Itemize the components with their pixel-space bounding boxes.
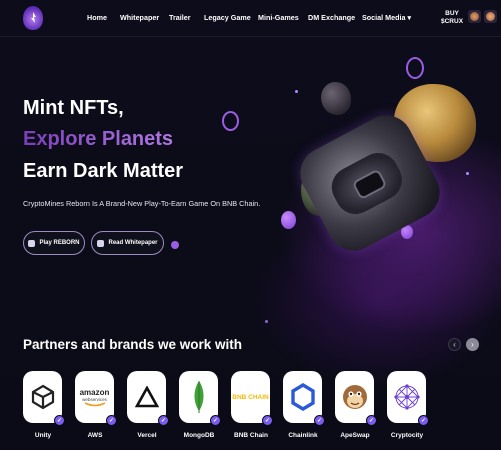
partner-name-apeswap: ApeSwap	[340, 432, 370, 439]
partner-card-bnb-chain[interactable]: BNB CHAIN ✓	[231, 371, 273, 426]
read-whitepaper-label: Read Whitepaper	[108, 240, 158, 246]
partners-title: Partners and brands we work with	[23, 337, 243, 352]
aws-logo-text: amazon	[79, 387, 110, 397]
nav-divider	[0, 36, 501, 37]
buy-crux-line2: $CRUX	[441, 18, 464, 25]
document-icon	[97, 239, 105, 247]
partner-name-unity: Unity	[34, 432, 52, 439]
play-reborn-button[interactable]: Play REBORN	[23, 231, 85, 255]
cryptomines-logo-icon[interactable]	[23, 6, 43, 30]
partner-card-mongodb[interactable]: ✓	[179, 371, 221, 426]
partner-card-apeswap[interactable]: ✓	[335, 371, 377, 426]
partner-name-aws: AWS	[87, 432, 103, 439]
aws-logo-icon	[84, 401, 105, 406]
partner-card-chainlink[interactable]: ✓	[283, 371, 325, 426]
decorative-orb	[295, 90, 298, 93]
read-whitepaper-button[interactable]: Read Whitepaper	[91, 231, 164, 255]
partner-name-vercel: Vercel	[137, 432, 157, 439]
partner-name-bnb-chain: BNB Chain	[234, 432, 268, 439]
carousel-prev-button[interactable]: ‹	[448, 338, 461, 351]
verified-check-icon: ✓	[54, 415, 65, 426]
nav-trailer[interactable]: Trailer	[169, 13, 191, 22]
nav-home[interactable]: Home	[87, 13, 107, 22]
partner-card-cryptocity[interactable]: ✓	[387, 371, 429, 426]
verified-check-icon: ✓	[158, 415, 169, 426]
partner-name-chainlink: Chainlink	[288, 432, 318, 439]
nav-social-media[interactable]: Social Media ▾	[362, 13, 411, 22]
mongodb-logo-icon	[194, 381, 203, 413]
verified-check-icon: ✓	[210, 415, 221, 426]
avatar-image-icon	[470, 12, 479, 21]
decorative-orb	[171, 241, 179, 249]
play-reborn-label: Play REBORN	[39, 240, 80, 246]
partner-card-vercel[interactable]: ✓	[127, 371, 169, 426]
avatar[interactable]	[468, 10, 481, 23]
decorative-ring	[406, 57, 424, 79]
chainlink-logo-icon	[290, 383, 315, 411]
verified-check-icon: ✓	[314, 415, 325, 426]
apeswap-logo-icon	[342, 385, 367, 409]
unity-logo-icon	[31, 384, 54, 410]
gamepad-icon	[28, 239, 36, 247]
decorative-orb	[466, 172, 469, 175]
partner-name-mongodb: MongoDB	[183, 432, 215, 439]
hero-title-line1: Mint NFTs,	[23, 97, 124, 119]
chevron-down-icon: ▾	[407, 13, 412, 22]
verified-check-icon: ✓	[262, 415, 273, 426]
account-avatar[interactable]	[484, 10, 497, 23]
cryptocity-logo-icon	[393, 384, 420, 410]
decorative-orb	[265, 320, 268, 323]
partner-card-aws[interactable]: amazon webservices ✓	[75, 371, 117, 426]
small-asteroid	[321, 82, 351, 115]
nav-legacy-game[interactable]: Legacy Game	[204, 13, 251, 22]
hero-title-line3: Earn Dark Matter	[23, 160, 184, 182]
decorative-ring	[222, 111, 239, 131]
carousel-next-button[interactable]: ›	[466, 338, 479, 351]
verified-check-icon: ✓	[106, 415, 117, 426]
hero-title-line2: Explore Planets	[23, 128, 174, 150]
decorative-orb	[281, 211, 296, 229]
nav-social-media-label: Social Media	[362, 13, 406, 22]
chevron-left-icon: ‹	[453, 340, 456, 349]
nav-mini-games[interactable]: Mini-Games	[258, 13, 299, 22]
buy-crux-link[interactable]: BUY $CRUX	[441, 10, 463, 26]
verified-check-icon: ✓	[366, 415, 377, 426]
hero-subtitle: CryptoMines Reborn Is A Brand-New Play-T…	[23, 199, 261, 208]
partner-card-unity[interactable]: ✓	[23, 371, 65, 426]
nav-whitepaper[interactable]: Whitepaper	[120, 13, 159, 22]
account-avatar-image-icon	[486, 12, 495, 21]
buy-crux-line1: BUY	[445, 10, 459, 17]
top-nav: Home Whitepaper Trailer Legacy Game Mini…	[0, 0, 501, 37]
nav-dm-exchange[interactable]: DM Exchange	[308, 13, 355, 22]
verified-check-icon: ✓	[418, 415, 429, 426]
chevron-right-icon: ›	[471, 340, 474, 349]
vercel-logo-icon	[134, 386, 159, 408]
bnb-chain-logo-icon: BNB CHAIN	[232, 393, 269, 401]
partner-name-cryptocity: Cryptocity	[390, 432, 424, 439]
